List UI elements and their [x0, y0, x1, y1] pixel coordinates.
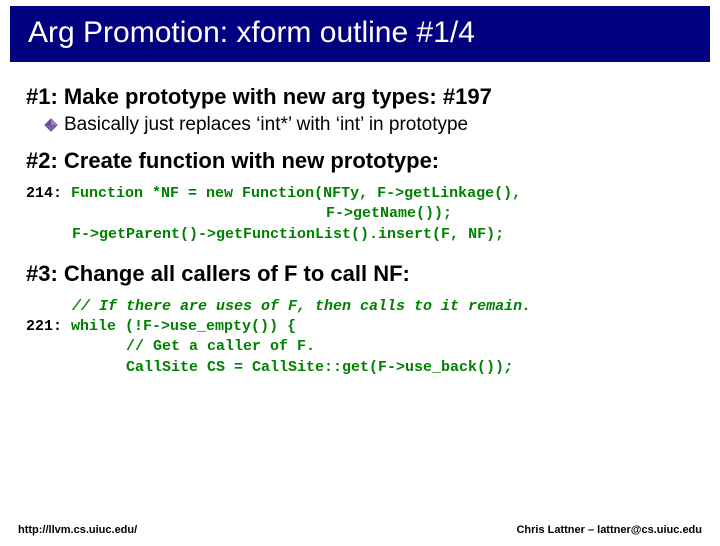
line-number: 214: [26, 185, 62, 202]
slide: Arg Promotion: xform outline #1/4 #1: Ma… [0, 6, 720, 546]
section-1-heading: #1: Make prototype with new arg types: #… [26, 84, 694, 110]
code-text: Function *NF = new Function(NFTy, F->get… [71, 185, 521, 202]
footer-left-url: http://llvm.cs.uiuc.edu/ [18, 524, 137, 536]
code-text: F->getName()); [326, 205, 452, 222]
section-3-heading: #3: Change all callers of F to call NF: [26, 261, 694, 287]
code-comment: // If there are uses of F, then calls to… [72, 298, 531, 315]
bullet-row: Basically just replaces ‘int*’ with ‘int… [44, 114, 694, 136]
footer: http://llvm.cs.uiuc.edu/ Chris Lattner –… [18, 524, 702, 536]
code-comment: // Get a caller of F. [126, 338, 315, 355]
code-line: CallSite CS = CallSite::get(F->use_back(… [26, 358, 694, 378]
code-line: 214: Function *NF = new Function(NFTy, F… [26, 184, 694, 204]
code-block-2: // If there are uses of F, then calls to… [26, 297, 694, 378]
code-text: while (!F->use_empty()) { [71, 318, 296, 335]
code-line: 221: while (!F->use_empty()) { [26, 317, 694, 337]
code-line: F->getName()); [26, 204, 694, 224]
section-2-heading: #2: Create function with new prototype: [26, 148, 694, 174]
title-bar: Arg Promotion: xform outline #1/4 [10, 6, 710, 62]
code-block-1: 214: Function *NF = new Function(NFTy, F… [26, 184, 694, 245]
code-line: // If there are uses of F, then calls to… [26, 297, 694, 317]
footer-right-author: Chris Lattner – lattner@cs.uiuc.edu [516, 524, 702, 536]
code-text: CallSite CS = CallSite::get(F->use_back(… [126, 359, 504, 376]
line-number: 221: [26, 318, 62, 335]
code-text: F->getParent()->getFunctionList().insert… [72, 226, 504, 243]
section-1-bullet: Basically just replaces ‘int*’ with ‘int… [64, 114, 468, 136]
code-line: F->getParent()->getFunctionList().insert… [26, 225, 694, 245]
code-line: // Get a caller of F. [26, 337, 694, 357]
code-text: ; [504, 359, 513, 376]
diamond-icon [44, 118, 58, 132]
slide-content: #1: Make prototype with new arg types: #… [0, 62, 720, 378]
slide-title: Arg Promotion: xform outline #1/4 [28, 16, 692, 50]
